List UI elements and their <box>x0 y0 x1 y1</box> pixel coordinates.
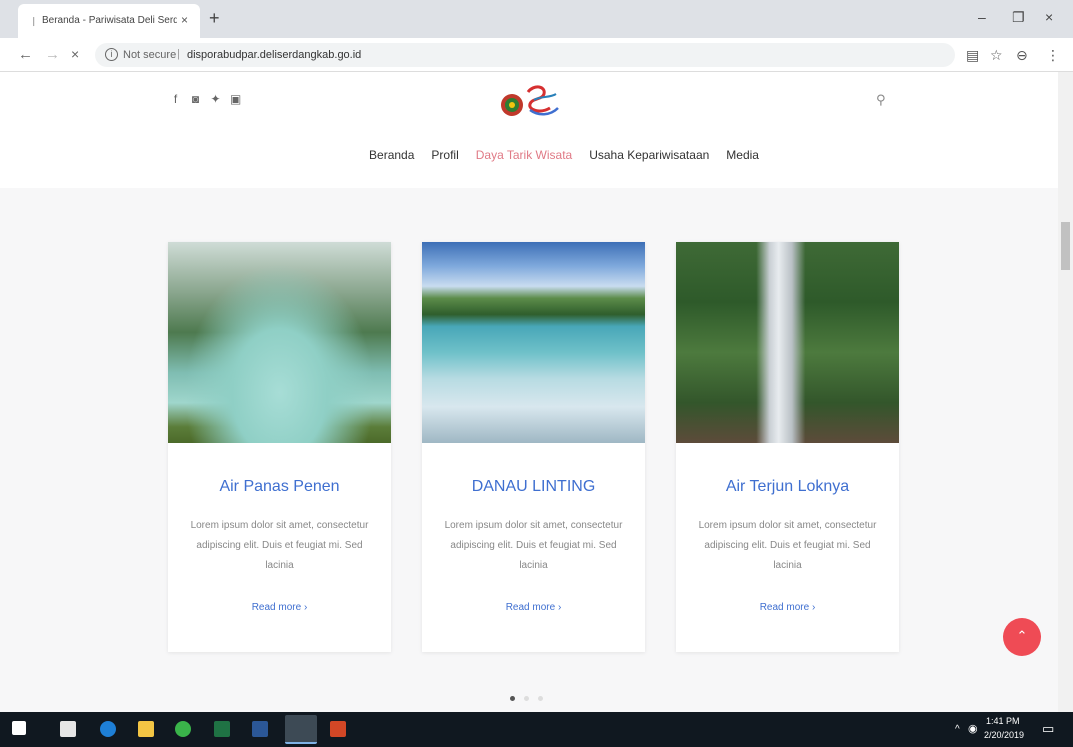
youtube-icon[interactable]: ▣ <box>230 92 241 106</box>
deli-serdang-logo[interactable] <box>500 80 564 122</box>
social-links: f ◙ ✦ ▣ <box>170 92 242 106</box>
card-photo[interactable] <box>676 242 899 443</box>
destination-card-air-terjun-loknya: Air Terjun Loknya Lorem ipsum dolor sit … <box>676 242 899 652</box>
file-explorer-icon[interactable] <box>138 721 154 737</box>
menu-item-beranda[interactable]: Beranda <box>369 148 414 162</box>
edge-browser-icon[interactable] <box>100 721 116 737</box>
page-scrollbar[interactable] <box>1058 72 1073 712</box>
twitter-icon[interactable]: ✦ <box>210 92 221 106</box>
network-icon[interactable]: ◉ <box>968 722 978 735</box>
menu-item-daya-tarik-wisata[interactable]: Daya Tarik Wisata <box>476 148 572 162</box>
window-close-icon[interactable]: × <box>1045 9 1053 25</box>
carousel-dot[interactable] <box>510 696 515 701</box>
carousel-dot[interactable] <box>524 696 529 701</box>
scrollbar-thumb[interactable] <box>1061 222 1070 270</box>
destination-card-air-panas-penen: Air Panas Penen Lorem ipsum dolor sit am… <box>168 242 391 652</box>
url-omnibox[interactable]: i Not secure | disporabudpar.deliserdang… <box>95 43 955 67</box>
read-more-label[interactable]: Read more <box>506 602 555 613</box>
menu-item-media[interactable]: Media <box>726 148 759 162</box>
read-more-link[interactable]: Read more › <box>168 602 391 613</box>
windows-taskbar: ^ ◉ 1:41 PM 2/20/2019 ▭ <box>0 712 1073 747</box>
notification-icon[interactable]: ▭ <box>1042 721 1054 737</box>
card-title[interactable]: DANAU LINTING <box>422 478 645 496</box>
card-photo[interactable] <box>422 242 645 443</box>
site-header: f ◙ ✦ ▣ ⚲ Beranda Profil Daya Tarik Wisa… <box>0 72 1058 188</box>
read-more-link[interactable]: Read more › <box>422 602 645 613</box>
scroll-to-top-button[interactable]: ⌃ <box>1003 618 1041 656</box>
menu-item-usaha-kepariwisataan[interactable]: Usaha Kepariwisataan <box>589 148 709 162</box>
search-icon[interactable]: ⚲ <box>876 92 886 108</box>
url-separator: | <box>177 48 180 60</box>
minimize-icon[interactable]: – <box>978 9 986 25</box>
clock-date[interactable]: 2/20/2019 <box>984 730 1024 740</box>
read-more-label[interactable]: Read more <box>760 602 809 613</box>
browser-tab-strip: ❘ Beranda - Pariwisata Deli Serdang × + … <box>0 0 1073 38</box>
clock-time[interactable]: 1:41 PM <box>986 716 1020 726</box>
facebook-icon[interactable]: f <box>170 92 181 106</box>
card-title[interactable]: Air Panas Penen <box>168 478 391 496</box>
bookmark-star-icon[interactable]: ☆ <box>990 47 1003 64</box>
tab-close-icon[interactable]: × <box>181 13 188 27</box>
chevron-right-icon: › <box>811 602 816 613</box>
card-photo[interactable] <box>168 242 391 443</box>
chrome-icon-active[interactable] <box>285 715 317 744</box>
read-more-label[interactable]: Read more <box>252 602 301 613</box>
app-icon[interactable] <box>175 721 191 737</box>
page-favicon-icon: ❘ <box>30 16 38 26</box>
carousel-dot[interactable] <box>538 696 543 701</box>
stop-loading-icon[interactable]: × <box>71 46 79 62</box>
tab-title: Beranda - Pariwisata Deli Serdang <box>42 15 177 26</box>
new-tab-button[interactable]: + <box>209 8 220 29</box>
browser-tab[interactable]: ❘ Beranda - Pariwisata Deli Serdang × <box>18 4 200 38</box>
destination-card-danau-linting: DANAU LINTING Lorem ipsum dolor sit amet… <box>422 242 645 652</box>
forward-arrow-icon[interactable]: → <box>45 46 60 63</box>
restore-icon[interactable]: ❐ <box>1012 9 1025 26</box>
back-arrow-icon[interactable]: ← <box>18 46 33 63</box>
account-icon[interactable]: ⊖ <box>1016 47 1028 64</box>
card-title[interactable]: Air Terjun Loknya <box>676 478 899 496</box>
main-menu: Beranda Profil Daya Tarik Wisata Usaha K… <box>0 148 1058 162</box>
word-icon[interactable] <box>252 721 268 737</box>
read-more-link[interactable]: Read more › <box>676 602 899 613</box>
windows-start-icon[interactable] <box>12 721 26 735</box>
carousel-dots <box>510 696 543 701</box>
powerpoint-icon[interactable] <box>330 721 346 737</box>
browser-menu-icon[interactable]: ⋮ <box>1046 47 1060 64</box>
excel-icon[interactable] <box>214 721 230 737</box>
card-description: Lorem ipsum dolor sit amet, consectetur … <box>698 520 877 571</box>
chevron-right-icon: › <box>303 602 308 613</box>
chevron-right-icon: › <box>557 602 562 613</box>
menu-item-profil[interactable]: Profil <box>431 148 458 162</box>
tray-chevron-icon[interactable]: ^ <box>955 724 960 735</box>
address-bar-row: ← → × i Not secure | disporabudpar.delis… <box>0 38 1073 72</box>
site-info-icon[interactable]: i <box>105 48 118 61</box>
card-description: Lorem ipsum dolor sit amet, consectetur … <box>444 520 623 571</box>
store-icon[interactable] <box>60 721 76 737</box>
instagram-icon[interactable]: ◙ <box>190 92 201 106</box>
chevron-up-icon: ⌃ <box>1016 628 1028 643</box>
card-description: Lorem ipsum dolor sit amet, consectetur … <box>190 520 369 571</box>
url-text[interactable]: disporabudpar.deliserdangkab.go.id <box>187 49 361 61</box>
not-secure-label[interactable]: Not secure <box>123 49 176 61</box>
web-page: f ◙ ✦ ▣ ⚲ Beranda Profil Daya Tarik Wisa… <box>0 72 1058 712</box>
translate-icon[interactable]: ▤ <box>966 47 979 64</box>
